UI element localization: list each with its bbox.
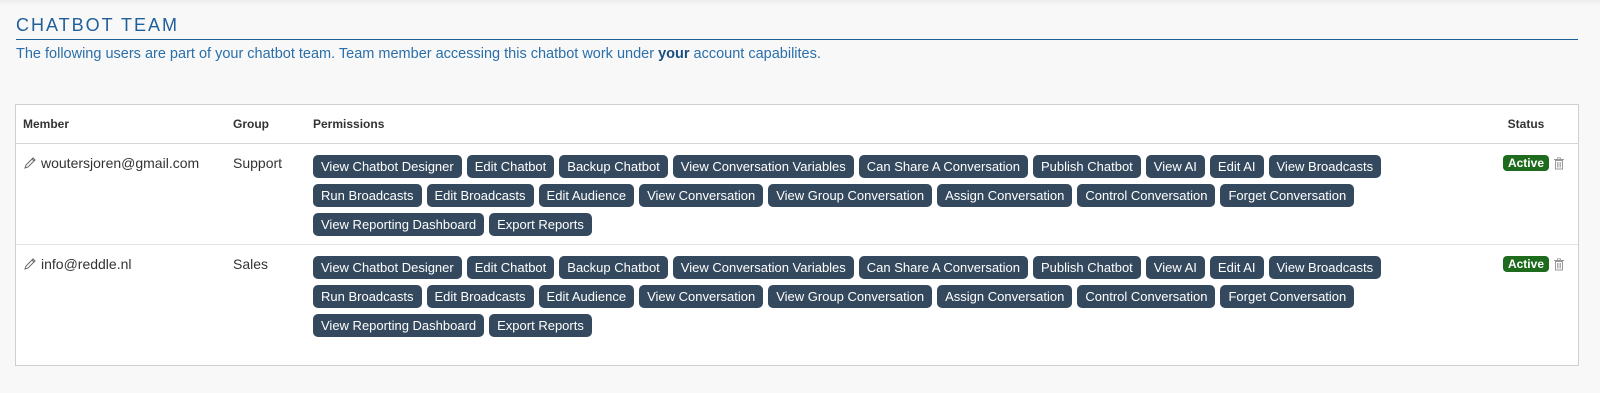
intro-text-bold: your [658,46,690,62]
table-row: info@reddle.nl Sales View Chatbot Design… [16,244,1578,345]
permission-tag: Run Broadcasts [313,285,422,308]
permission-tag: Assign Conversation [937,285,1073,308]
permission-tag: Assign Conversation [937,184,1073,207]
permissions-column-header: Permissions [306,105,1474,144]
member-column-header: Member [16,105,226,144]
permission-tag: View Chatbot Designer [313,155,462,178]
permission-tag: Backup Chatbot [559,155,668,178]
permission-tag: View AI [1145,256,1205,279]
permission-tag: View Conversation Variables [672,155,854,178]
team-table-container: Member Group Permissions Status woutersj… [15,104,1579,366]
permissions-cell: View Chatbot Designer Edit Chatbot Backup … [306,244,1474,345]
group-name: Support [233,155,283,171]
permission-tag: Edit Audience [538,285,635,308]
group-name: Sales [233,256,269,272]
permission-tag: View Reporting Dashboard [313,314,485,337]
intro-text-end: account capabilites. [689,46,821,62]
status-badge: Active [1502,256,1549,272]
group-cell: Support [226,144,306,245]
permission-tag: View Group Conversation [768,184,933,207]
permission-tag: Run Broadcasts [313,184,422,207]
permission-tag: Edit AI [1209,155,1264,178]
group-cell: Sales [226,244,306,345]
permissions-list: View Chatbot Designer Edit Chatbot Backup … [313,256,1413,337]
intro-text: The following users are part of your cha… [16,44,1578,64]
permission-tag: Edit AI [1209,256,1264,279]
permission-tag: View Group Conversation [768,285,933,308]
permission-tag: Edit Broadcasts [426,285,534,308]
status-cell: Active [1474,144,1578,245]
status-column-header: Status [1474,105,1578,144]
permission-tag: View Chatbot Designer [313,256,462,279]
permission-tag: Control Conversation [1077,184,1216,207]
intro-text-start: The following users are part of your cha… [16,46,659,62]
member-cell-content: info@reddle.nl [23,256,219,272]
pencil-icon[interactable] [23,257,37,271]
permissions-cell: View Chatbot Designer Edit Chatbot Backup … [306,144,1474,245]
member-cell: woutersjoren@gmail.com [16,144,226,245]
permission-tag: Forget Conversation [1220,184,1355,207]
permissions-list: View Chatbot Designer Edit Chatbot Backup … [313,155,1413,236]
status-cell-content: Active [1481,256,1571,272]
table-header-row: Member Group Permissions Status [16,105,1578,144]
permission-tag: Control Conversation [1077,285,1216,308]
table-body: woutersjoren@gmail.com Support View Chat… [16,144,1578,345]
permission-tag: View Broadcasts [1268,155,1382,178]
permission-tag: Publish Chatbot [1033,256,1141,279]
permission-tag: View AI [1145,155,1205,178]
permission-tag: View Conversation [639,285,764,308]
member-email: woutersjoren@gmail.com [41,155,200,171]
trash-icon[interactable] [1553,257,1565,271]
section-header: CHATBOT TEAM [16,0,1578,40]
permission-tag: Edit Broadcasts [426,184,534,207]
permission-tag: Export Reports [489,314,592,337]
member-email: info@reddle.nl [41,256,132,272]
permission-tag: View Conversation Variables [672,256,854,279]
table-row: woutersjoren@gmail.com Support View Chat… [16,144,1578,245]
permission-tag: Can Share A Conversation [858,155,1029,178]
member-cell: info@reddle.nl [16,244,226,345]
status-badge: Active [1502,155,1549,171]
permission-tag: Backup Chatbot [559,256,668,279]
permission-tag: View Reporting Dashboard [313,213,485,236]
permission-tag: Can Share A Conversation [858,256,1029,279]
permission-tag: Publish Chatbot [1033,155,1141,178]
top-shade [0,0,1600,6]
group-column-header: Group [226,105,306,144]
permission-tag: Forget Conversation [1220,285,1355,308]
page-title: CHATBOT TEAM [16,15,180,35]
permission-tag: Edit Audience [538,184,635,207]
permission-tag: Export Reports [489,213,592,236]
status-cell: Active [1474,244,1578,345]
chatbot-team-page: CHATBOT TEAM The following users are par… [0,0,1600,393]
permission-tag: Edit Chatbot [466,256,555,279]
trash-icon[interactable] [1553,156,1565,170]
team-table: Member Group Permissions Status woutersj… [16,105,1578,345]
status-cell-content: Active [1481,155,1571,171]
member-cell-content: woutersjoren@gmail.com [23,155,219,171]
permission-tag: View Broadcasts [1268,256,1382,279]
permission-tag: View Conversation [639,184,764,207]
permission-tag: Edit Chatbot [466,155,555,178]
pencil-icon[interactable] [23,156,37,170]
